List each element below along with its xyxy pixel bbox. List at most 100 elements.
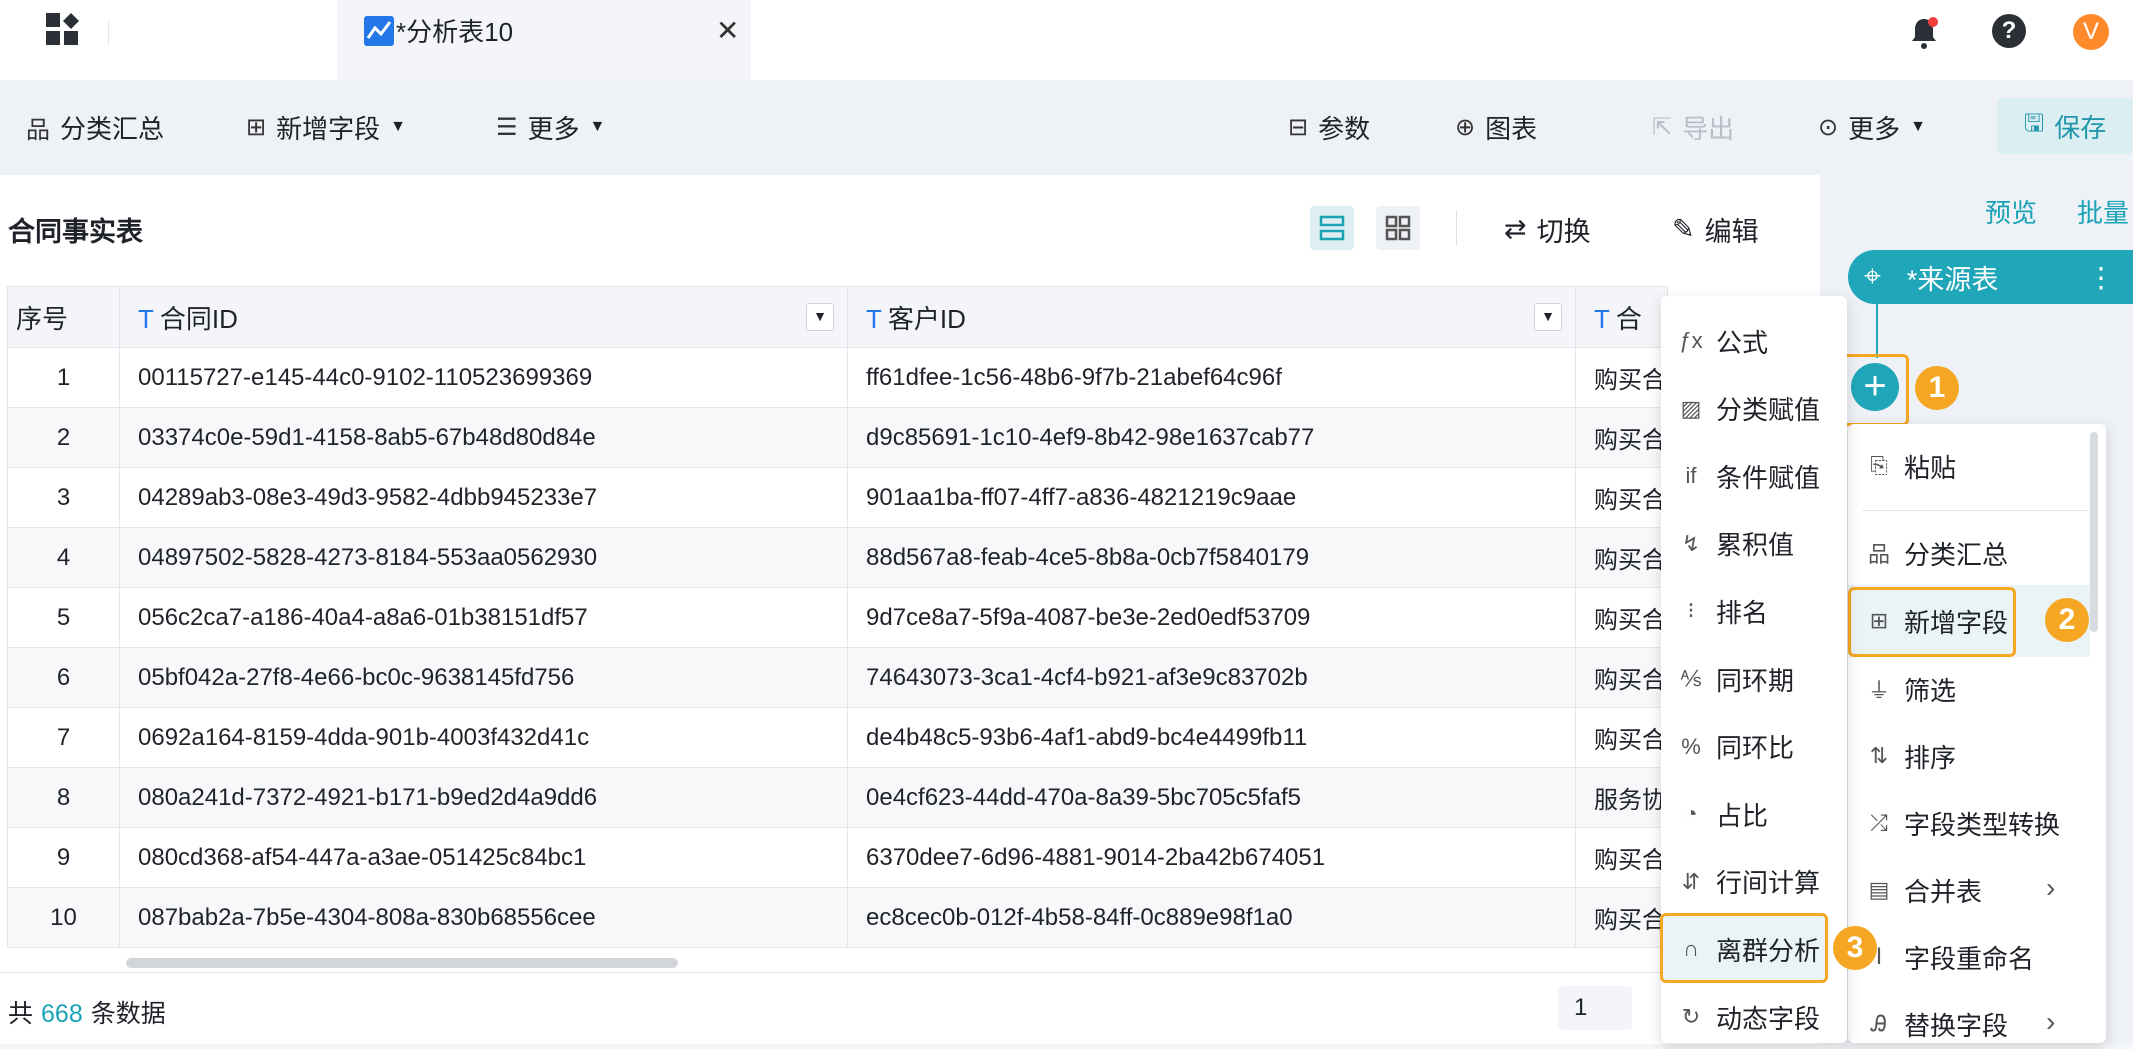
column-header[interactable]: T 客户ID ▼ [847,286,1576,348]
menu-item-paste[interactable]: ⎘ 粘贴 [1866,441,1956,491]
table-row[interactable]: 7 0692a164-8159-4dda-901b-4003f432d41c de4… [7,707,1668,768]
submenu-item[interactable]: ◔ 占比 [1678,789,1768,839]
table-cell[interactable]: 00115727-e145-44c0-9102-110523699369 [119,347,848,408]
table-cell[interactable]: 购买合 [1575,647,1668,708]
add-field-button[interactable]: ⊞ 新增字段 ▼ [246,104,406,150]
table-cell[interactable]: 88d567a8-feab-4ce5-8b8a-0cb7f5840179 [847,527,1576,588]
horizontal-scrollbar[interactable] [126,958,678,968]
table-row[interactable]: 6 05bf042a-27f8-4e66-bc0c-9638145fd756 746… [7,647,1668,708]
table-cell[interactable]: 购买合 [1575,587,1668,648]
table-cell[interactable]: 购买合 [1575,887,1668,948]
caret-down-icon[interactable]: ▼ [1534,303,1562,331]
edit-button[interactable]: ✎ 编辑 [1672,210,1759,249]
menu-item-merge-table[interactable]: ▤ 合并表 [1866,865,1982,915]
menu-item-filter[interactable]: ⏚ 筛选 [1866,664,1956,714]
table-cell[interactable]: 购买合 [1575,347,1668,408]
source-table-node[interactable]: ⌖ *来源表 ⋮ [1848,250,2133,304]
apps-grid-icon[interactable] [44,13,84,53]
table-row[interactable]: 1 00115727-e145-44c0-9102-110523699369 ff6… [7,347,1668,408]
submenu-item[interactable]: ⅍ 同环期 [1678,654,1794,704]
table-cell[interactable]: 购买合 [1575,527,1668,588]
table-cell[interactable]: 6370dee7-6d96-4881-9014-2ba42b674051 [847,827,1576,888]
table-cell[interactable]: 901aa1ba-ff07-4ff7-a836-4821219c9aae [847,467,1576,528]
table-row[interactable]: 3 04289ab3-08e3-49d3-9582-4dbb945233e7 901… [7,467,1668,528]
column-header[interactable]: T 合同ID ▼ [119,286,848,348]
table-cell[interactable]: 04897502-5828-4273-8184-553aa0562930 [119,527,848,588]
params-button[interactable]: ⊟ 参数 [1288,104,1370,150]
table-row[interactable]: 4 04897502-5828-4273-8184-553aa0562930 88d… [7,527,1668,588]
save-button[interactable]: 🖫 保存 [1997,98,2133,154]
row-index-cell[interactable]: 3 [7,467,120,528]
help-icon[interactable]: ? [1992,14,2026,48]
row-index-cell[interactable]: 1 [7,347,120,408]
add-step-button[interactable]: + [1851,363,1899,411]
grid-view-icon[interactable] [1376,206,1420,250]
table-cell[interactable]: 0692a164-8159-4dda-901b-4003f432d41c [119,707,848,768]
row-index-cell[interactable]: 10 [7,887,120,948]
table-cell[interactable]: 购买合 [1575,407,1668,468]
table-cell[interactable]: 087bab2a-7b5e-4304-808a-830b68556cee [119,887,848,948]
submenu-item[interactable]: ▨ 分类赋值 [1678,384,1820,434]
row-index-cell[interactable]: 4 [7,527,120,588]
table-cell[interactable]: 056c2ca7-a186-40a4-a8a6-01b38151df57 [119,587,848,648]
more-menu-left[interactable]: ☰ 更多 ▼ [496,104,605,150]
row-index-cell[interactable]: 2 [7,407,120,468]
bell-icon[interactable] [1908,16,1940,52]
table-cell[interactable]: 03374c0e-59d1-4158-8ab5-67b48d80d84e [119,407,848,468]
submenu-item[interactable]: ∩ 离群分析 [1678,924,1820,974]
submenu-item[interactable]: if 条件赋值 [1678,451,1821,501]
more-menu-right[interactable]: ⊙ 更多 ▼ [1818,104,1926,150]
table-cell[interactable]: de4b48c5-93b6-4af1-abd9-bc4e4499fb11 [847,707,1576,768]
menu-item-group-summary[interactable]: 品分类汇总 [1866,528,2008,578]
menu-item-rename[interactable]: Ⅰ 字段重命名 [1866,932,2034,982]
submenu-item[interactable]: ↻ 动态字段 [1678,992,1820,1042]
menu-scrollbar[interactable] [2090,432,2098,632]
batch-link[interactable]: 批量 [2077,193,2129,230]
table-cell[interactable]: 080a241d-7372-4921-b171-b9ed2d4a9dd6 [119,767,848,828]
submenu-item[interactable]: ↯ 累积值 [1678,519,1794,569]
avatar[interactable]: V [2073,14,2109,50]
table-cell[interactable]: 购买合 [1575,467,1668,528]
table-cell[interactable]: 购买合 [1575,707,1668,768]
more-vertical-icon[interactable]: ⋮ [2087,261,2115,294]
group-summary-button[interactable]: 品 分类汇总 [26,104,164,150]
submenu-item[interactable]: ⇵ 行间计算 [1678,857,1820,907]
table-cell[interactable]: 04289ab3-08e3-49d3-9582-4dbb945233e7 [119,467,848,528]
row-index-cell[interactable]: 5 [7,587,120,648]
table-row[interactable]: 2 03374c0e-59d1-4158-8ab5-67b48d80d84e d9c… [7,407,1668,468]
table-cell[interactable]: 0e4cf623-44dd-470a-8a39-5bc705c5faf5 [847,767,1576,828]
row-index-cell[interactable]: 9 [7,827,120,888]
menu-item-type-convert[interactable]: ⤮ 字段类型转换 [1866,798,2060,848]
submenu-item[interactable]: ƒx 公式 [1678,316,1768,366]
table-cell[interactable]: 服务协 [1575,767,1668,828]
menu-item-sort[interactable]: ⇅ 排序 [1866,731,1956,781]
table-cell[interactable]: 74643073-3ca1-4cf4-b921-af3e9c83702b [847,647,1576,708]
row-index-cell[interactable]: 7 [7,707,120,768]
close-icon[interactable]: ✕ [716,14,739,47]
table-cell[interactable]: 购买合 [1575,827,1668,888]
menu-item-add-field[interactable]: ⊞ 新增字段 [1866,596,2008,646]
table-row[interactable]: 9 080cd368-af54-447a-a3ae-051425c84bc1 637… [7,827,1668,888]
table-row[interactable]: 5 056c2ca7-a186-40a4-a8a6-01b38151df57 9d7… [7,587,1668,648]
column-header[interactable]: 序号 [7,286,120,348]
table-cell[interactable]: ec8cec0b-012f-4b58-84ff-0c889e98f1a0 [847,887,1576,948]
page-number-input[interactable]: 1 [1558,986,1632,1030]
table-row[interactable]: 8 080a241d-7372-4921-b171-b9ed2d4a9dd6 0e4… [7,767,1668,828]
chart-button[interactable]: ⊕ 图表 [1455,104,1537,150]
export-button[interactable]: ⇱ 导出 [1652,104,1734,150]
list-view-icon[interactable] [1310,206,1354,250]
column-header[interactable]: T合 [1575,286,1668,348]
preview-link[interactable]: 预览 [1985,193,2037,230]
table-cell[interactable]: d9c85691-1c10-4ef9-8b42-98e1637cab77 [847,407,1576,468]
menu-item-replace-field[interactable]: Ꭿ 替换字段 [1866,999,2008,1049]
table-cell[interactable]: 05bf042a-27f8-4e66-bc0c-9638145fd756 [119,647,848,708]
caret-down-icon[interactable]: ▼ [806,303,834,331]
table-row[interactable]: 10 087bab2a-7b5e-4304-808a-830b68556cee ec… [7,887,1668,948]
row-index-cell[interactable]: 6 [7,647,120,708]
table-cell[interactable]: 9d7ce8a7-5f9a-4087-be3e-2ed0edf53709 [847,587,1576,648]
table-cell[interactable]: ff61dfee-1c56-48b6-9f7b-21abef64c96f [847,347,1576,408]
row-index-cell[interactable]: 8 [7,767,120,828]
submenu-item[interactable]: % 同环比 [1678,722,1794,772]
table-cell[interactable]: 080cd368-af54-447a-a3ae-051425c84bc1 [119,827,848,888]
submenu-item[interactable]: ⁝ 排名 [1678,586,1769,636]
